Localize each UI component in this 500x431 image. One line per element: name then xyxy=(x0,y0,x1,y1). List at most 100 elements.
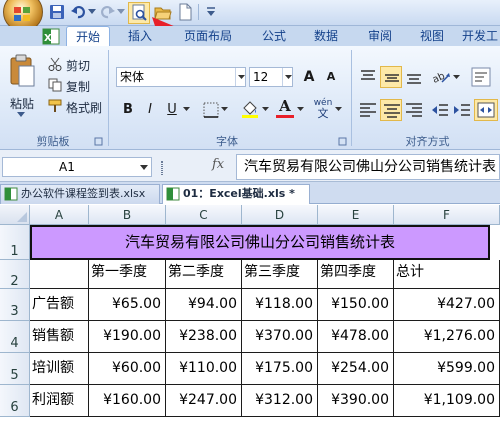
cut-button[interactable]: 剪切 xyxy=(66,57,90,74)
font-name-dropdown[interactable] xyxy=(235,68,246,86)
align-center-button[interactable] xyxy=(380,99,402,121)
column-header-c[interactable]: C xyxy=(166,205,242,225)
orientation-dropdown-icon[interactable] xyxy=(453,75,460,80)
column-header-b[interactable]: B xyxy=(89,205,166,225)
value-cell[interactable]: ¥427.00 xyxy=(394,289,500,321)
font-name-combo[interactable]: 宋体 xyxy=(116,67,246,87)
value-cell[interactable]: ¥160.00 xyxy=(89,385,166,417)
cut-icon[interactable] xyxy=(48,57,62,71)
formula-bar-grip[interactable] xyxy=(161,161,163,175)
value-cell[interactable]: ¥190.00 xyxy=(89,321,166,353)
value-cell[interactable]: ¥110.00 xyxy=(166,353,242,385)
fill-color-dropdown-icon[interactable] xyxy=(262,107,269,112)
formula-input[interactable]: 汽车贸易有限公司佛山分公司销售统计表 xyxy=(236,154,500,180)
select-all-corner[interactable] xyxy=(0,205,30,225)
workbook-tab[interactable]: 办公软件课程签到表.xlsx xyxy=(0,184,160,204)
workbook-tab-active[interactable]: 01：Excel基础.xls * xyxy=(162,184,310,204)
phonetic-guide-button[interactable]: wén 文 xyxy=(312,98,334,120)
header-cell[interactable]: 第二季度 xyxy=(166,260,242,289)
save-icon[interactable] xyxy=(48,3,66,21)
row-header-6[interactable]: 6 xyxy=(0,385,30,417)
tab-developer[interactable]: 开发工 xyxy=(462,26,500,46)
value-cell[interactable]: ¥118.00 xyxy=(242,289,318,321)
fill-color-icon[interactable] xyxy=(240,99,260,119)
grow-font-button[interactable]: A xyxy=(299,67,319,87)
row-header-3[interactable]: 3 xyxy=(0,289,30,321)
column-header-a[interactable]: A xyxy=(30,205,89,225)
orientation-icon[interactable]: ab xyxy=(430,67,452,87)
font-size-dropdown[interactable] xyxy=(282,68,293,86)
borders-icon[interactable] xyxy=(202,101,220,119)
borders-dropdown-icon[interactable] xyxy=(221,107,228,112)
align-left-icon[interactable] xyxy=(358,100,378,120)
bold-button[interactable]: B xyxy=(118,100,138,120)
header-cell[interactable]: 第三季度 xyxy=(242,260,318,289)
row-label-cell[interactable]: 利润额 xyxy=(30,385,89,417)
redo-icon[interactable] xyxy=(98,3,116,21)
align-top-icon[interactable] xyxy=(358,67,378,87)
row-header-5[interactable]: 5 xyxy=(0,353,30,385)
value-cell[interactable]: ¥390.00 xyxy=(318,385,394,417)
align-right-icon[interactable] xyxy=(404,100,424,120)
merge-center-button[interactable] xyxy=(474,99,498,121)
italic-button[interactable]: I xyxy=(140,100,160,120)
format-painter-icon[interactable] xyxy=(48,99,62,113)
format-painter-button[interactable]: 格式刷 xyxy=(66,99,102,116)
row-header-4[interactable]: 4 xyxy=(0,321,30,353)
column-header-f[interactable]: F xyxy=(394,205,500,225)
align-middle-button[interactable] xyxy=(380,66,402,88)
value-cell[interactable]: ¥478.00 xyxy=(318,321,394,353)
copy-icon[interactable] xyxy=(48,78,62,92)
undo-dropdown-icon[interactable] xyxy=(88,9,96,15)
font-color-dropdown-icon[interactable] xyxy=(297,107,304,112)
paste-icon[interactable] xyxy=(8,54,36,88)
align-bottom-icon[interactable] xyxy=(404,67,424,87)
decrease-indent-icon[interactable] xyxy=(430,100,450,120)
tab-view[interactable]: 视图 xyxy=(412,26,452,46)
value-cell[interactable]: ¥60.00 xyxy=(89,353,166,385)
value-cell[interactable]: ¥175.00 xyxy=(242,353,318,385)
column-header-d[interactable]: D xyxy=(242,205,318,225)
paste-button-label[interactable]: 粘贴 xyxy=(10,95,40,112)
row-label-cell[interactable]: 广告额 xyxy=(30,289,89,321)
value-cell[interactable]: ¥1,109.00 xyxy=(394,385,500,417)
row-header-2[interactable]: 2 xyxy=(0,260,30,289)
value-cell[interactable]: ¥254.00 xyxy=(318,353,394,385)
row-header-1[interactable]: 1 xyxy=(0,225,30,260)
tab-insert[interactable]: 插入 xyxy=(122,26,158,46)
row-label-cell[interactable]: 销售额 xyxy=(30,321,89,353)
print-preview-button[interactable] xyxy=(128,2,150,24)
value-cell[interactable]: ¥1,276.00 xyxy=(394,321,500,353)
name-box[interactable]: A1 xyxy=(2,157,152,177)
value-cell[interactable]: ¥247.00 xyxy=(166,385,242,417)
insert-function-button[interactable]: fx xyxy=(212,157,224,172)
title-cell[interactable]: 汽车贸易有限公司佛山分公司销售统计表 xyxy=(30,225,490,260)
row-label-cell[interactable]: 培训额 xyxy=(30,353,89,385)
value-cell[interactable]: ¥94.00 xyxy=(166,289,242,321)
name-box-dropdown-icon[interactable] xyxy=(140,165,148,171)
underline-dropdown-icon[interactable] xyxy=(183,107,190,112)
value-cell[interactable]: ¥238.00 xyxy=(166,321,242,353)
increase-indent-icon[interactable] xyxy=(452,100,472,120)
column-header-e[interactable]: E xyxy=(318,205,394,225)
value-cell[interactable]: ¥65.00 xyxy=(89,289,166,321)
header-cell[interactable]: 总计 xyxy=(394,260,500,289)
font-launcher-icon[interactable] xyxy=(338,137,348,147)
value-cell[interactable]: ¥599.00 xyxy=(394,353,500,385)
undo-icon[interactable] xyxy=(70,3,88,21)
tab-page-layout[interactable]: 页面布局 xyxy=(172,26,244,46)
header-cell[interactable]: 第四季度 xyxy=(318,260,394,289)
tab-data[interactable]: 数据 xyxy=(306,26,346,46)
value-cell[interactable]: ¥150.00 xyxy=(318,289,394,321)
tab-formulas[interactable]: 公式 xyxy=(254,26,294,46)
tab-review[interactable]: 审阅 xyxy=(360,26,400,46)
clipboard-launcher-icon[interactable] xyxy=(94,137,104,147)
phonetic-dropdown-icon[interactable] xyxy=(335,107,342,112)
wrap-text-icon[interactable] xyxy=(470,66,492,88)
underline-button[interactable]: U xyxy=(162,100,182,120)
copy-button[interactable]: 复制 xyxy=(66,78,90,95)
header-cell[interactable]: 第一季度 xyxy=(89,260,166,289)
header-cell[interactable] xyxy=(30,260,89,289)
value-cell[interactable]: ¥312.00 xyxy=(242,385,318,417)
font-color-button[interactable]: A xyxy=(275,98,295,120)
